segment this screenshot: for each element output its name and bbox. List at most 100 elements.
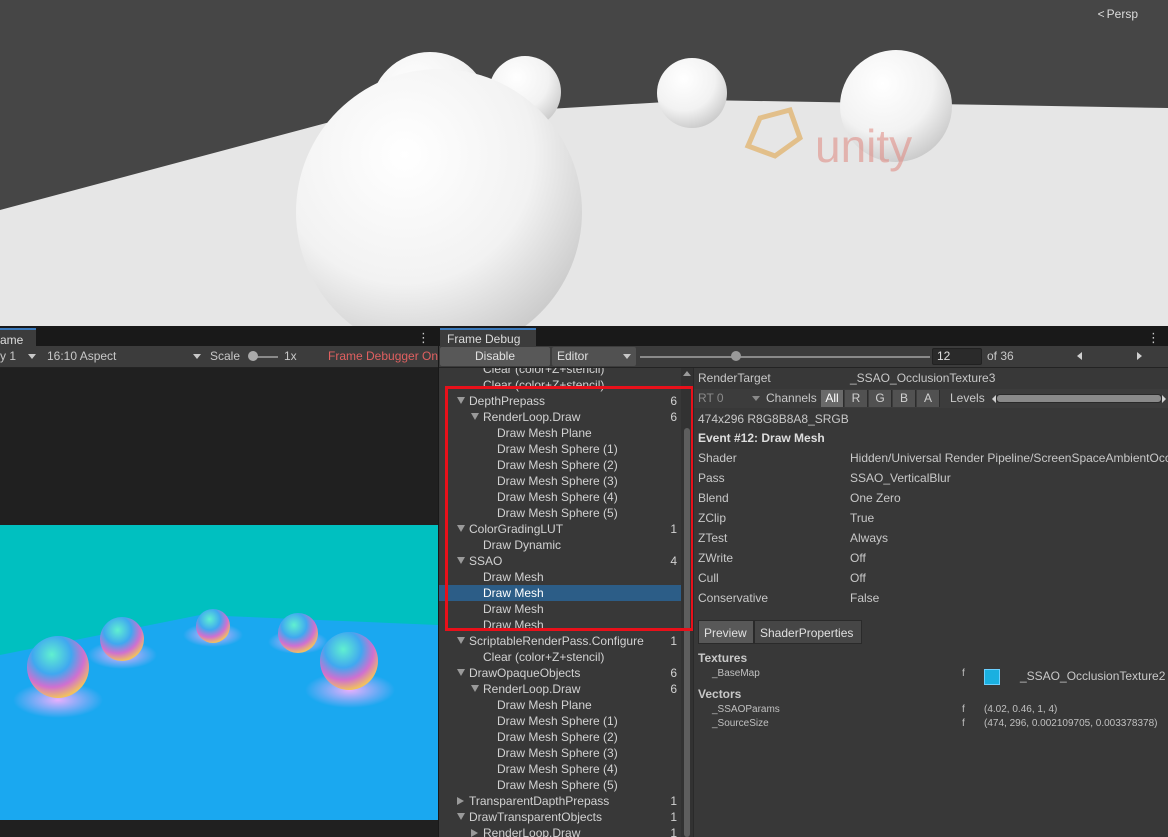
- tree-row[interactable]: Draw Mesh Plane: [439, 425, 681, 441]
- tree-row[interactable]: ColorGradingLUT 1: [439, 521, 681, 537]
- next-event-icon[interactable]: [1137, 352, 1142, 360]
- tree-row[interactable]: Draw Dynamic: [439, 537, 681, 553]
- tree-row[interactable]: Draw Mesh Sphere (4): [439, 489, 681, 505]
- scroll-up-icon[interactable]: [683, 371, 691, 376]
- tab-frame-debug[interactable]: Frame Debug: [440, 328, 536, 346]
- disable-button[interactable]: Disable: [440, 347, 550, 366]
- foldout-expanded-icon[interactable]: [457, 557, 465, 564]
- tree-row[interactable]: Draw Mesh Plane: [439, 697, 681, 713]
- camera-mode-label[interactable]: < Persp: [1098, 7, 1138, 21]
- event-total-label: of 36: [987, 349, 1014, 363]
- frame-debug-menu-icon[interactable]: ⋮: [1147, 330, 1160, 346]
- tree-row[interactable]: TransparentDapthPrepass 1: [439, 793, 681, 809]
- rt-index-dropdown[interactable]: RT 0: [698, 389, 760, 408]
- foldout-expanded-icon[interactable]: [457, 813, 465, 820]
- tree-row[interactable]: Clear (color+Z+stencil): [439, 649, 681, 665]
- tree-row[interactable]: Clear (color+Z+stencil): [439, 377, 681, 393]
- tree-row-count: 6: [670, 410, 677, 424]
- foldout-expanded-icon[interactable]: [457, 397, 465, 404]
- property-name: ZClip: [698, 511, 727, 525]
- scrollbar-thumb[interactable]: [684, 428, 690, 837]
- tree-row[interactable]: Draw Mesh: [439, 569, 681, 585]
- tree-row[interactable]: Draw Mesh Sphere (4): [439, 761, 681, 777]
- tree-row[interactable]: RenderLoop.Draw 6: [439, 681, 681, 697]
- tree-row[interactable]: DepthPrepass 6: [439, 393, 681, 409]
- foldout-expanded-icon[interactable]: [471, 413, 479, 420]
- tree-row[interactable]: DrawOpaqueObjects 6: [439, 665, 681, 681]
- foldout-collapsed-icon[interactable]: [457, 797, 464, 805]
- texture-prop-flag: f: [962, 668, 965, 679]
- foldout-expanded-icon[interactable]: [471, 685, 479, 692]
- previous-event-icon[interactable]: [1077, 352, 1082, 360]
- foldout-expanded-icon[interactable]: [457, 525, 465, 532]
- tab-game[interactable]: ame: [0, 328, 36, 347]
- event-slider-thumb[interactable]: [730, 351, 741, 361]
- channel-b-button[interactable]: B: [893, 390, 916, 407]
- game-viewport: [0, 525, 438, 820]
- display-dropdown[interactable]: y 1: [0, 346, 37, 367]
- tree-row[interactable]: Draw Mesh Sphere (2): [439, 729, 681, 745]
- tree-row[interactable]: SSAO 4: [439, 553, 681, 569]
- tree-row-label: Draw Mesh Sphere (4): [497, 762, 618, 776]
- tree-row[interactable]: Draw Mesh Sphere (2): [439, 457, 681, 473]
- tab-shader-properties[interactable]: ShaderProperties: [754, 620, 862, 644]
- property-value: One Zero: [850, 491, 901, 505]
- svg-text:unity: unity: [815, 120, 912, 172]
- property-name: Shader: [698, 451, 737, 465]
- render-target-label: RenderTarget: [698, 371, 771, 385]
- vector-prop-name: _SSAOParams: [712, 704, 780, 715]
- channel-r-button[interactable]: R: [845, 390, 868, 407]
- property-name: Cull: [698, 571, 719, 585]
- tree-row[interactable]: Draw Mesh Sphere (3): [439, 745, 681, 761]
- event-index-field[interactable]: 12: [932, 348, 982, 365]
- foldout-expanded-icon[interactable]: [457, 637, 465, 644]
- tree-row[interactable]: Draw Mesh: [439, 601, 681, 617]
- channel-all-button[interactable]: All: [821, 390, 844, 407]
- target-dropdown[interactable]: Editor: [552, 347, 636, 366]
- channel-a-button[interactable]: A: [917, 390, 940, 407]
- event-slider[interactable]: [640, 356, 930, 358]
- levels-label: Levels: [950, 391, 985, 405]
- tree-row[interactable]: RenderLoop.Draw 1: [439, 825, 681, 837]
- game-menu-icon[interactable]: ⋮: [417, 330, 430, 346]
- channel-g-button[interactable]: G: [869, 390, 892, 407]
- levels-max-handle[interactable]: [1162, 395, 1166, 403]
- tree-row-count: 1: [670, 810, 677, 824]
- property-value: SSAO_VerticalBlur: [850, 471, 951, 485]
- scene-view[interactable]: unity < Persp: [0, 0, 1168, 326]
- aspect-dropdown[interactable]: 16:10 Aspect: [47, 346, 203, 367]
- property-name: Blend: [698, 491, 729, 505]
- tree-row[interactable]: RenderLoop.Draw 6: [439, 409, 681, 425]
- frame-debug-tab-bar: Frame Debug ⋮: [439, 328, 1168, 346]
- tree-row-label: Clear (color+Z+stencil): [483, 368, 605, 376]
- tree-row-label: Draw Mesh Sphere (5): [497, 506, 618, 520]
- tree-row[interactable]: Draw Mesh Sphere (1): [439, 713, 681, 729]
- foldout-collapsed-icon[interactable]: [471, 829, 478, 837]
- tree-row[interactable]: Draw Mesh: [439, 585, 681, 601]
- foldout-expanded-icon[interactable]: [457, 669, 465, 676]
- tree-row-label: Draw Mesh Sphere (5): [497, 778, 618, 792]
- tree-row-label: Clear (color+Z+stencil): [483, 378, 605, 392]
- tree-row-label: Draw Mesh Sphere (4): [497, 490, 618, 504]
- event-tree[interactable]: Clear (color+Z+stencil) Clear (color+Z+st…: [439, 368, 693, 837]
- tab-preview[interactable]: Preview: [698, 620, 754, 644]
- tree-row[interactable]: Draw Mesh Sphere (3): [439, 473, 681, 489]
- texture-thumbnail-icon[interactable]: [984, 669, 1000, 685]
- property-name: ZWrite: [698, 551, 734, 565]
- tree-row-count: 1: [670, 794, 677, 808]
- frame-debug-toolbar: Disable Editor 12 of 36: [439, 346, 1168, 368]
- scale-slider[interactable]: [248, 346, 278, 367]
- tree-row-label: Draw Mesh: [483, 586, 544, 600]
- tree-row[interactable]: Clear (color+Z+stencil): [439, 368, 681, 377]
- tree-row[interactable]: Draw Mesh Sphere (5): [439, 777, 681, 793]
- levels-slider[interactable]: [996, 394, 1162, 403]
- tree-scrollbar[interactable]: [681, 368, 693, 837]
- vector-prop-value: (474, 296, 0.002109705, 0.003378378): [984, 718, 1158, 729]
- tree-row[interactable]: DrawTransparentObjects 1: [439, 809, 681, 825]
- tree-row-label: DepthPrepass: [469, 394, 546, 408]
- tree-row-count: 6: [670, 682, 677, 696]
- tree-row[interactable]: Draw Mesh: [439, 617, 681, 633]
- tree-row[interactable]: ScriptableRenderPass.Configure 1: [439, 633, 681, 649]
- tree-row[interactable]: Draw Mesh Sphere (5): [439, 505, 681, 521]
- tree-row[interactable]: Draw Mesh Sphere (1): [439, 441, 681, 457]
